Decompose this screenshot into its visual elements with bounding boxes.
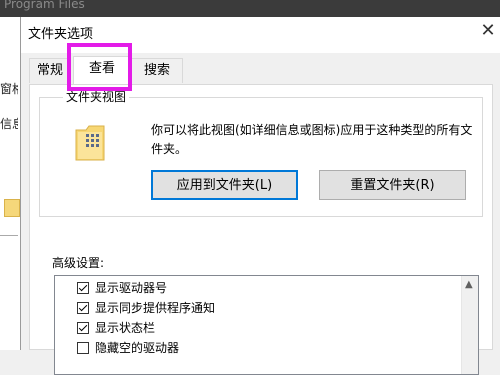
view-tab-panel: 你可以将此视图(如详细信息或图标)应用于这种类型的所有文件夹。 应用到文件夹(L… <box>29 84 493 375</box>
list-item-label: 隐藏空的驱动器 <box>95 341 180 355</box>
folder-view-icon <box>75 125 105 161</box>
list-item[interactable]: 显示状态栏 <box>77 318 155 338</box>
divider <box>0 235 18 236</box>
checkbox[interactable] <box>77 342 89 354</box>
dialog-title: 文件夹选项 <box>28 27 94 42</box>
scrollbar[interactable]: ▲ <box>461 276 478 374</box>
background-nav-pane: 窗格 信息 <box>0 17 21 350</box>
tab-highlight-annotation <box>67 43 132 91</box>
folder-icon <box>4 199 20 217</box>
checkbox[interactable] <box>77 282 89 294</box>
list-item-label: 显示状态栏 <box>95 321 156 335</box>
apply-to-folders-button[interactable]: 应用到文件夹(L) <box>151 170 298 200</box>
list-item[interactable]: 隐藏空的驱动器 <box>77 338 179 358</box>
list-item-label: 显示同步提供程序通知 <box>95 301 216 315</box>
list-item-label: 显示驱动器号 <box>95 281 168 295</box>
background-sidebar-fragment: 窗格 <box>0 82 18 96</box>
checkbox[interactable] <box>77 322 89 334</box>
tab-search[interactable]: 搜索 <box>131 58 183 83</box>
close-icon[interactable]: ✕ <box>476 18 500 44</box>
advanced-settings-label: 高级设置: <box>52 256 105 270</box>
list-item[interactable]: 显示同步提供程序通知 <box>77 298 215 318</box>
background-title-bar: Program Files <box>0 0 500 17</box>
advanced-settings-list[interactable]: 显示驱动器号 显示同步提供程序通知 显示状态栏 隐藏空的驱动器 ▲ <box>54 275 479 375</box>
list-item[interactable]: 显示驱动器号 <box>77 278 167 298</box>
reset-folders-button[interactable]: 重置文件夹(R) <box>319 170 466 200</box>
background-sidebar-fragment: 信息 <box>0 117 18 131</box>
scroll-up-icon[interactable]: ▲ <box>465 279 473 290</box>
folder-view-group: 你可以将此视图(如详细信息或图标)应用于这种类型的所有文件夹。 应用到文件夹(L… <box>39 97 483 217</box>
folder-options-dialog: 文件夹选项 ✕ 常规 查看 搜索 你可以将此视图(如详细信息或图标)应用于这种类… <box>20 17 500 375</box>
folder-view-description: 你可以将此视图(如详细信息或图标)应用于这种类型的所有文件夹。 <box>151 123 473 156</box>
background-window-title: Program Files <box>4 0 85 11</box>
tab-general[interactable]: 常规 <box>29 58 71 83</box>
checkbox[interactable] <box>77 302 89 314</box>
